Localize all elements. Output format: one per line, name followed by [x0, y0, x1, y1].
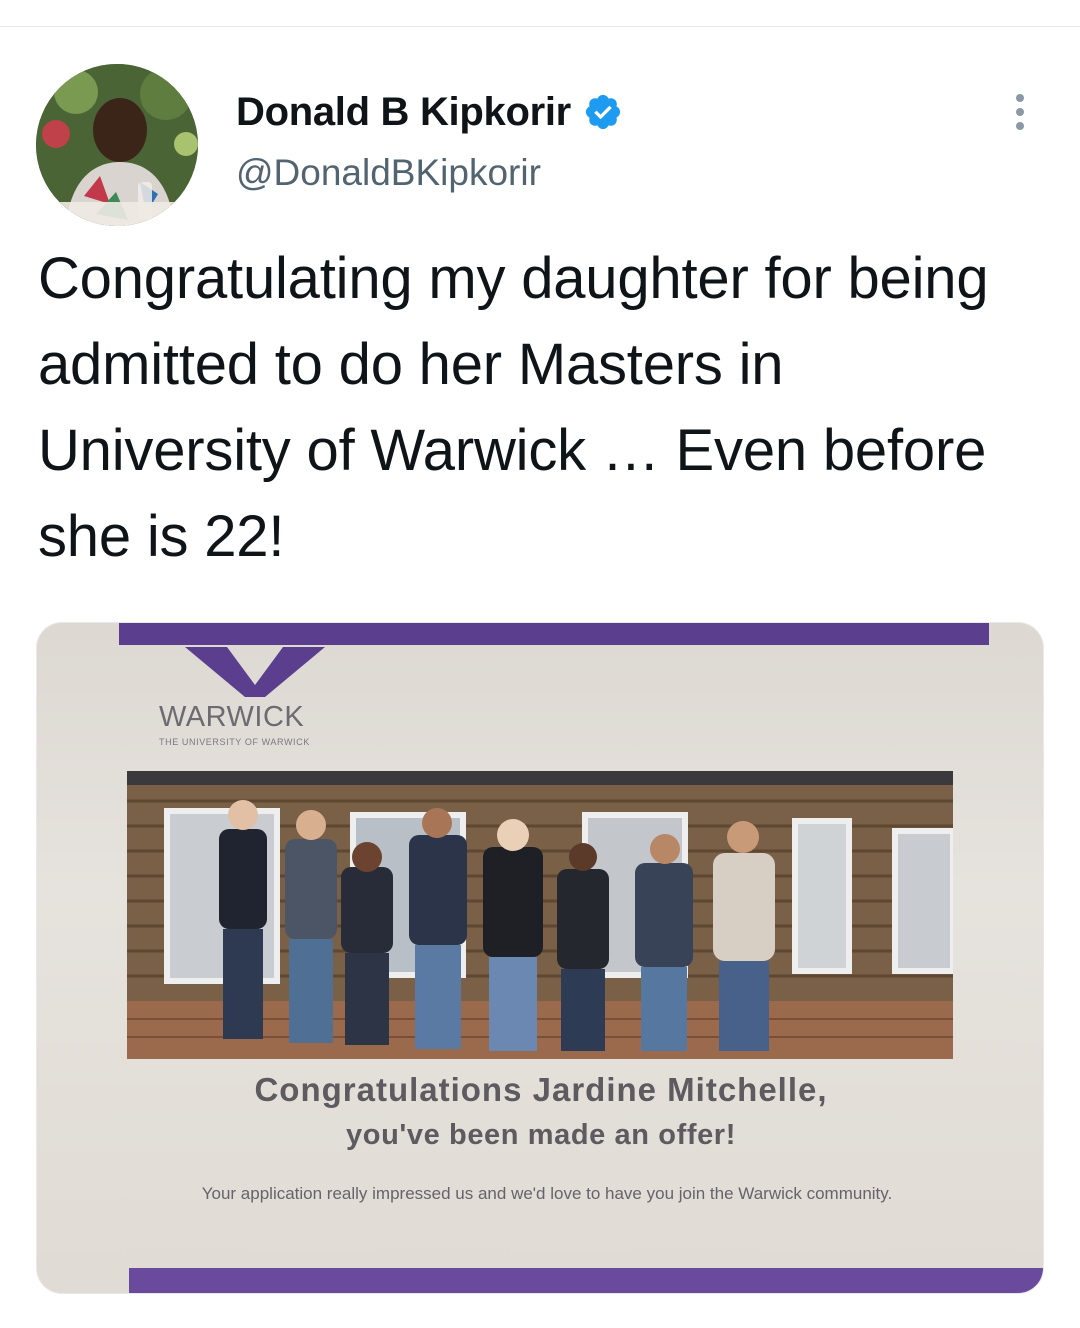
more-options-dot	[1016, 122, 1024, 130]
name-row: Donald B Kipkorir	[236, 88, 623, 136]
verified-badge-icon	[585, 94, 621, 130]
tweet-media-image[interactable]: WARWICK THE UNIVERSITY OF WARWICK Congra…	[36, 622, 1044, 1294]
logo-subtitle: THE UNIVERSITY OF WARWICK	[159, 737, 310, 747]
warwick-logo-icon	[185, 647, 325, 697]
top-divider	[0, 26, 1080, 27]
offer-subheadline: you've been made an offer!	[346, 1119, 736, 1151]
tweet-header: Donald B Kipkorir @DonaldBKipkorir	[236, 88, 623, 194]
offer-letter: WARWICK THE UNIVERSITY OF WARWICK Congra…	[37, 623, 1043, 1293]
students-photo	[127, 771, 953, 1059]
letter-top-bar	[119, 623, 989, 645]
offer-headline: Congratulations Jardine Mitchelle,	[254, 1071, 828, 1108]
more-options-button[interactable]	[1004, 88, 1036, 136]
more-options-icon	[1016, 94, 1024, 102]
offer-body-text: Your application really impressed us and…	[201, 1184, 893, 1203]
logo-wordmark: WARWICK	[159, 701, 305, 733]
more-options-dot	[1016, 108, 1024, 116]
author-handle[interactable]: @DonaldBKipkorir	[236, 152, 623, 194]
author-display-name[interactable]: Donald B Kipkorir	[236, 90, 571, 135]
letter-bottom-bar	[129, 1268, 1043, 1293]
tweet-text: Congratulating my daughter for being adm…	[38, 246, 989, 569]
author-avatar[interactable]	[36, 64, 198, 226]
avatar-photo	[36, 64, 198, 226]
